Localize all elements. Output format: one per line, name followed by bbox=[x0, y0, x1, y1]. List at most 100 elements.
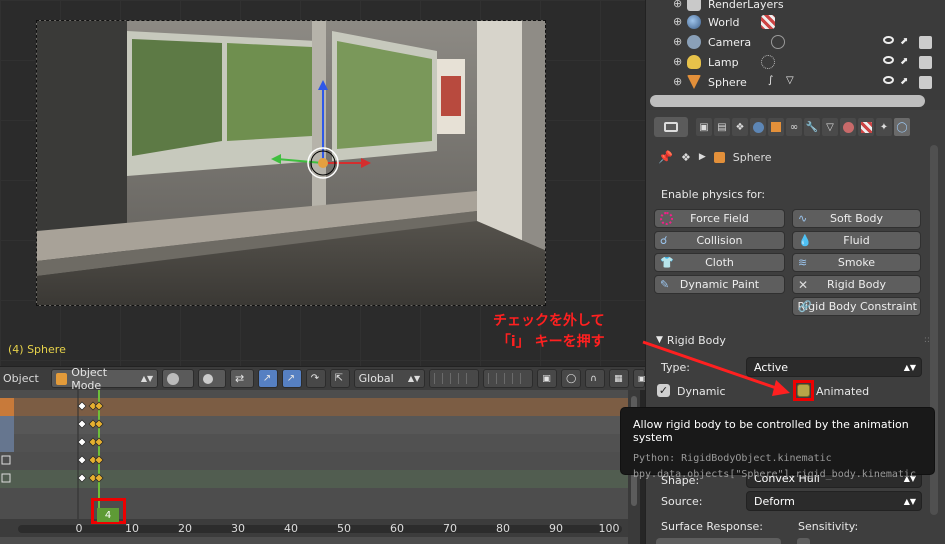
collision-button[interactable]: ☌ Collision bbox=[654, 231, 785, 250]
eye-icon[interactable] bbox=[883, 35, 894, 44]
mesh-tab-icon: ▽ bbox=[826, 121, 834, 133]
pivot-select[interactable] bbox=[198, 369, 226, 388]
expand-icon[interactable]: ⊕ bbox=[673, 0, 683, 9]
lock-icon: ▣ bbox=[542, 373, 551, 384]
outliner-item-world[interactable]: ⊕ World bbox=[646, 12, 945, 32]
render-icon[interactable] bbox=[919, 55, 932, 69]
particles-tab-icon: ✦ bbox=[879, 121, 889, 133]
layer-buttons-a[interactable] bbox=[429, 369, 480, 388]
object-link-icon: ❖ bbox=[680, 150, 691, 164]
snap-toggle[interactable]: ⇄ bbox=[229, 369, 254, 388]
render-icon[interactable] bbox=[919, 75, 932, 89]
tab-scene[interactable]: ❖ bbox=[732, 118, 748, 136]
tab-material[interactable] bbox=[840, 118, 856, 136]
button-label: Cloth bbox=[705, 256, 734, 269]
enable-physics-label: Enable physics for: bbox=[661, 188, 766, 201]
render-button[interactable]: ▣ bbox=[633, 369, 646, 388]
rigid-body-remove-button[interactable]: ✕ Rigid Body bbox=[792, 275, 921, 294]
tab-constraints[interactable]: ∞ bbox=[786, 118, 802, 136]
layer-buttons-b[interactable] bbox=[483, 369, 534, 388]
snap-target-button[interactable]: ▦ bbox=[609, 369, 630, 388]
snap-element-button[interactable]: ∩ bbox=[585, 369, 606, 388]
mesh-data-icon: ▽ bbox=[786, 75, 794, 86]
layers-grid-icon bbox=[488, 373, 529, 384]
soft-body-button[interactable]: ∿ Soft Body bbox=[792, 209, 921, 228]
outliner-item-camera[interactable]: ⊕ Camera ⬈ bbox=[646, 32, 945, 52]
smoke-icon: ≋ bbox=[798, 256, 808, 269]
cursor-icon[interactable]: ⬈ bbox=[900, 76, 913, 89]
tab-data[interactable]: ▽ bbox=[822, 118, 838, 136]
dynamic-checkbox[interactable]: ✓ bbox=[657, 384, 670, 397]
expand-icon[interactable]: ⊕ bbox=[673, 56, 683, 67]
visibility-toggles: ⬈ bbox=[883, 35, 932, 49]
blender-window: (4) Sphere Object Object Mode ▲▼ ⇄ ↗ ↗ ↷… bbox=[0, 0, 945, 544]
tab-object[interactable] bbox=[768, 118, 784, 136]
panel-title: Rigid Body bbox=[666, 333, 726, 347]
tab-render-layers[interactable]: ▤ bbox=[714, 118, 730, 136]
texture-icon bbox=[761, 15, 775, 29]
soft-body-icon: ∿ bbox=[798, 212, 808, 225]
mode-select[interactable]: Object Mode ▲▼ bbox=[50, 366, 159, 392]
chevron-down-icon: ▲▼ bbox=[903, 496, 916, 506]
animated-checkbox[interactable] bbox=[797, 384, 810, 397]
outliner[interactable]: ⊕ RenderLayers ⊕ World ⊕ Camera ⬈ ⊕ Lamp bbox=[645, 0, 945, 110]
transform-gizmo[interactable] bbox=[257, 76, 377, 186]
button-label: Rigid Body bbox=[827, 278, 886, 291]
translate-manipulator-button[interactable]: ↗ bbox=[281, 369, 302, 388]
fluid-button[interactable]: 💧 Fluid bbox=[792, 231, 921, 250]
panel-collapse-icon: ▼ bbox=[656, 335, 663, 345]
render-icon[interactable] bbox=[919, 35, 932, 49]
timeline-editor[interactable]: 0 10 20 30 40 50 60 70 80 90 100 4 bbox=[0, 390, 640, 544]
rigid-body-constraint-button[interactable]: 🔗 Rigid Body Constraint bbox=[792, 297, 921, 316]
eye-icon[interactable] bbox=[883, 55, 894, 64]
smoke-button[interactable]: ≋ Smoke bbox=[792, 253, 921, 272]
timeline-scrollbar[interactable] bbox=[18, 525, 622, 533]
viewport-shading-select[interactable] bbox=[162, 369, 195, 388]
rigid-body-panel-header[interactable]: ▼ Rigid Body :::: bbox=[656, 330, 936, 350]
brush-icon: ✎ bbox=[660, 278, 670, 291]
force-field-button[interactable]: Force Field bbox=[654, 209, 785, 228]
source-select[interactable]: Deform ▲▼ bbox=[746, 491, 922, 511]
rotate-icon: ↷ bbox=[310, 373, 320, 384]
tab-world[interactable] bbox=[750, 118, 766, 136]
proportional-edit-button[interactable]: ◯ bbox=[561, 369, 582, 388]
tab-render[interactable]: ▣ bbox=[696, 118, 712, 136]
lamp-icon bbox=[687, 55, 701, 69]
cursor-icon[interactable]: ⬈ bbox=[900, 56, 913, 69]
pivot-icon bbox=[203, 373, 214, 384]
cursor-icon[interactable]: ⬈ bbox=[900, 36, 913, 49]
dynamic-paint-button[interactable]: ✎ Dynamic Paint bbox=[654, 275, 785, 294]
expand-icon[interactable]: ⊕ bbox=[673, 16, 683, 27]
view-menu-label[interactable]: Object bbox=[3, 372, 39, 385]
force-field-icon bbox=[660, 212, 673, 225]
expand-icon[interactable]: ⊕ bbox=[673, 76, 683, 87]
rigid-body-type-select[interactable]: Active ▲▼ bbox=[746, 357, 922, 377]
tab-texture[interactable] bbox=[858, 118, 874, 136]
outliner-item-sphere[interactable]: ⊕ Sphere ∫ ▽ ⬈ bbox=[646, 72, 945, 92]
current-frame-indicator[interactable]: 4 bbox=[97, 508, 119, 522]
tab-modifiers[interactable]: 🔧 bbox=[804, 118, 820, 136]
surface-response-field[interactable] bbox=[656, 538, 781, 544]
snap-target-icon: ▦ bbox=[614, 373, 623, 384]
ruler-tick-label: 0 bbox=[75, 522, 83, 535]
world-tab-icon bbox=[752, 121, 764, 133]
tab-particles[interactable]: ✦ bbox=[876, 118, 892, 136]
eye-icon[interactable] bbox=[883, 75, 894, 84]
outliner-item-lamp[interactable]: ⊕ Lamp ⬈ bbox=[646, 52, 945, 72]
camera-frame bbox=[36, 20, 546, 306]
chevron-down-icon: ▲▼ bbox=[140, 374, 154, 383]
properties-tabs: ▣ ▤ ❖ ∞ 🔧 ▽ ✦ ◯ bbox=[654, 117, 910, 137]
pin-icon[interactable]: 📌 bbox=[658, 150, 673, 164]
outliner-scrollbar[interactable] bbox=[650, 95, 925, 107]
scale-manipulator-button[interactable]: ⇱ bbox=[329, 369, 350, 388]
expand-icon[interactable]: ⊕ bbox=[673, 36, 683, 47]
sensitivity-checkbox[interactable] bbox=[797, 538, 810, 544]
manipulator-toggle[interactable]: ↗ bbox=[257, 369, 278, 388]
lock-camera-button[interactable]: ▣ bbox=[537, 369, 558, 388]
collision-icon: ☌ bbox=[660, 234, 668, 247]
cloth-button[interactable]: 👕 Cloth bbox=[654, 253, 785, 272]
tab-physics[interactable]: ◯ bbox=[894, 118, 910, 136]
orientation-select[interactable]: Global ▲▼ bbox=[353, 369, 426, 388]
rotate-manipulator-button[interactable]: ↷ bbox=[305, 369, 326, 388]
editor-type-select[interactable] bbox=[654, 117, 688, 137]
